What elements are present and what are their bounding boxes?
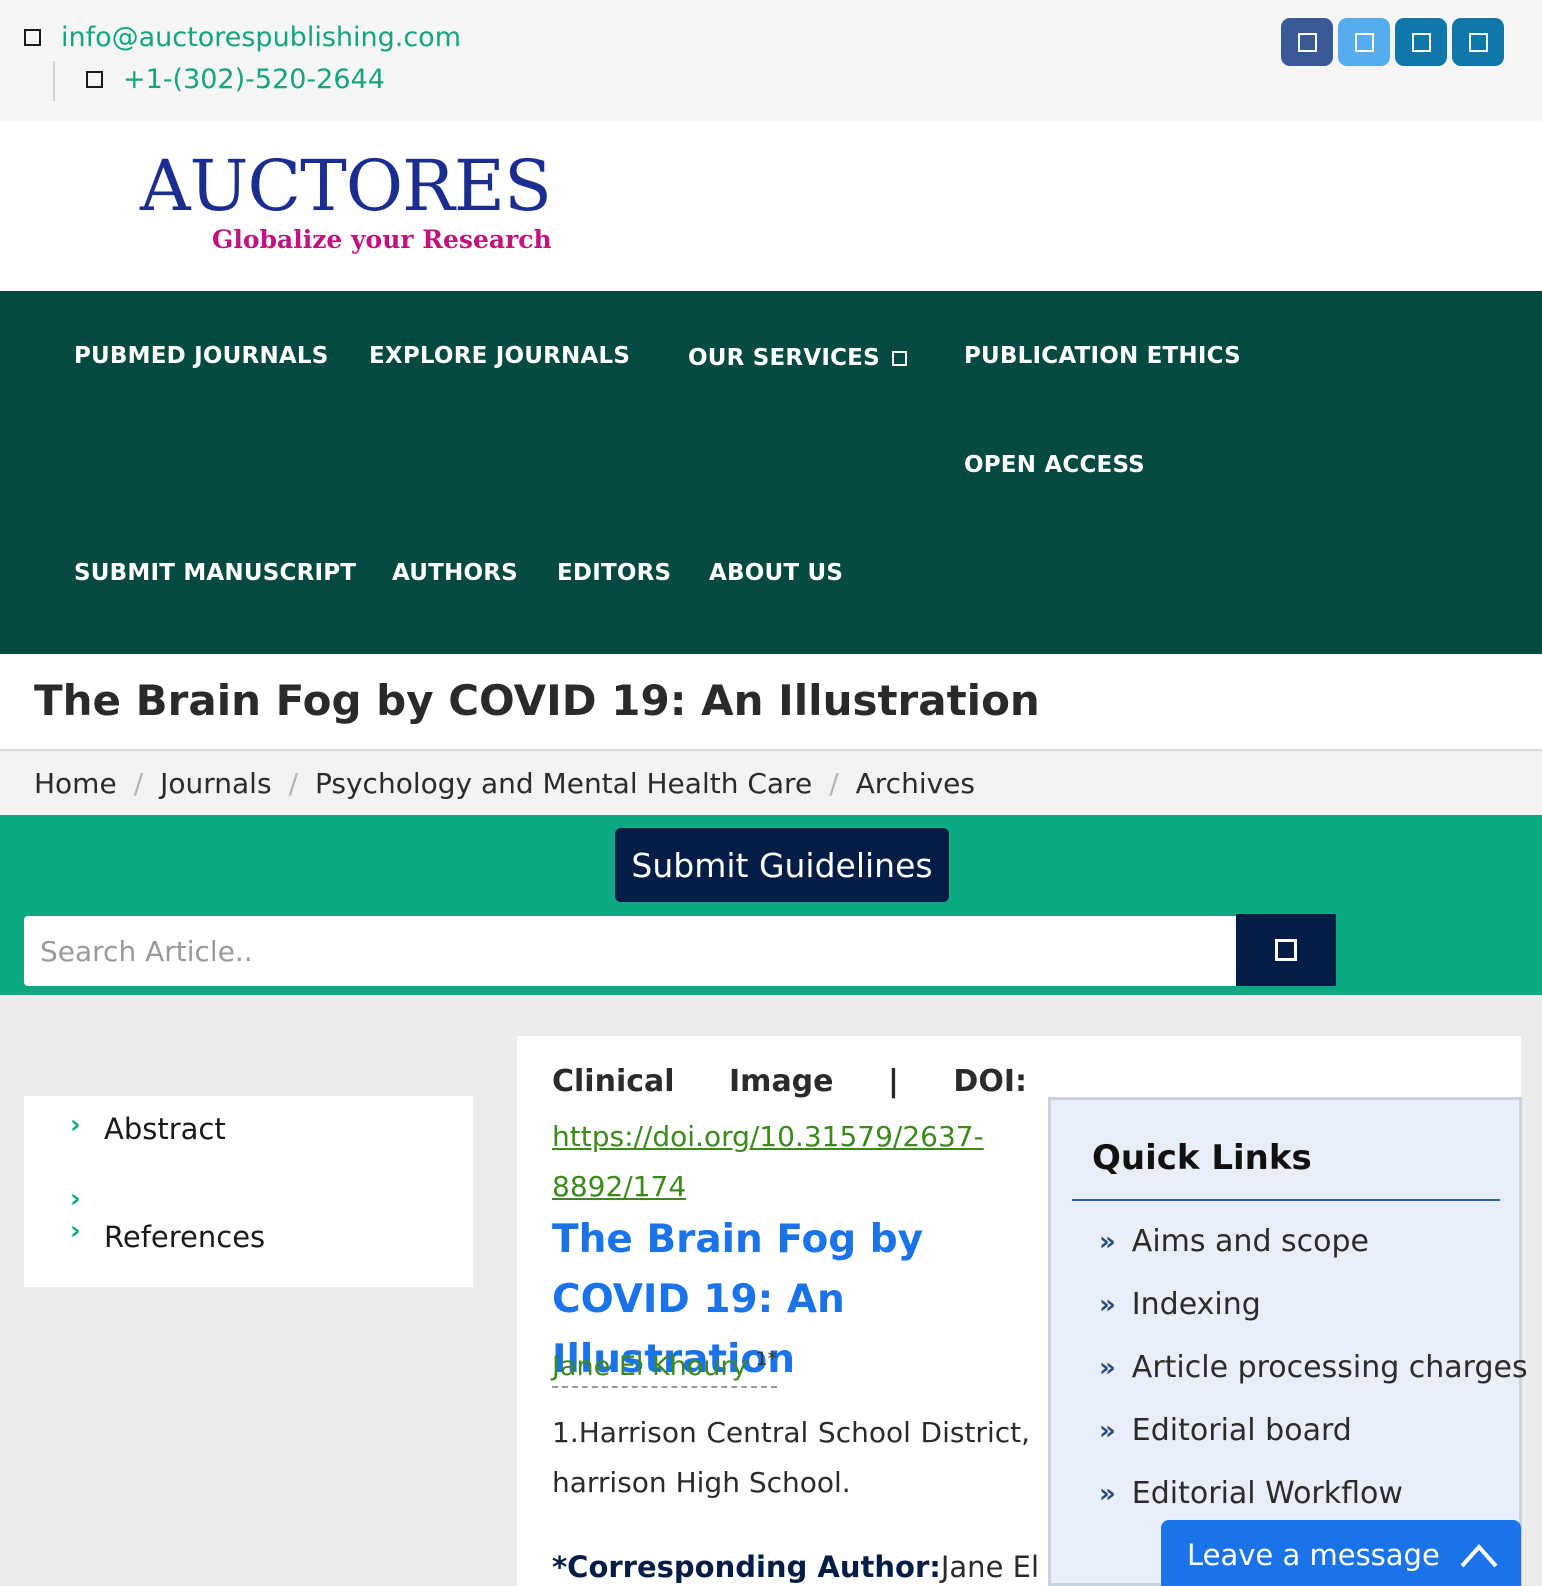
quick-link-label: Indexing [1131, 1287, 1261, 1322]
email-contact[interactable]: info@auctorespublishing.com [24, 22, 461, 53]
meta-separator: | [887, 1064, 899, 1099]
nav-editors[interactable]: EDITORS [557, 560, 671, 586]
phone-icon [86, 71, 103, 88]
divider [53, 61, 55, 101]
corresponding-author: *Corresponding Author: Jane El [552, 1550, 1039, 1584]
author-affiliation-marker: 1* [755, 1348, 778, 1370]
double-chevron-icon: » [1099, 1478, 1116, 1509]
chevron-right-icon: › [70, 1184, 81, 1214]
quick-link-aims[interactable]: » Aims and scope [1099, 1224, 1369, 1259]
article-toc: › Abstract › › References [24, 1096, 473, 1287]
page-title: The Brain Fog by COVID 19: An Illustrati… [34, 676, 1040, 725]
linkedin-button[interactable] [1395, 18, 1447, 66]
nav-our-services-label: OUR SERVICES [688, 345, 880, 371]
nav-pubmed-journals[interactable]: PUBMED JOURNALS [74, 343, 329, 369]
author-name[interactable]: Jane El Khoury 1* [552, 1348, 778, 1388]
double-chevron-icon: » [1099, 1352, 1116, 1383]
chevron-right-icon: › [70, 1110, 81, 1140]
breadcrumb-journals[interactable]: Journals [160, 767, 271, 800]
dropdown-icon [891, 350, 907, 366]
quick-link-apc[interactable]: » Article processing charges [1099, 1350, 1528, 1385]
twitter-icon [1354, 32, 1374, 52]
main-navigation: PUBMED JOURNALS EXPLORE JOURNALS OUR SER… [0, 291, 1542, 654]
logo-wordmark[interactable]: AUCTORES [140, 151, 552, 221]
double-chevron-icon: » [1099, 1289, 1116, 1320]
search-strip: Submit Guidelines [0, 815, 1542, 995]
corresponding-author-label: *Corresponding Author: [552, 1550, 941, 1584]
breadcrumb-home[interactable]: Home [34, 767, 117, 800]
facebook-button[interactable] [1281, 18, 1333, 66]
quick-link-label: Article processing charges [1131, 1350, 1528, 1385]
top-contact-bar: info@auctorespublishing.com +1-(302)-520… [0, 0, 1542, 121]
article-type: Clinical [552, 1064, 675, 1099]
nav-publication-ethics[interactable]: PUBLICATION ETHICS [964, 343, 1241, 369]
nav-submit-manuscript[interactable]: SUBMIT MANUSCRIPT [74, 560, 356, 586]
article-meta: Clinical Image | DOI: [552, 1064, 1027, 1099]
quick-link-editorial-workflow[interactable]: » Editorial Workflow [1099, 1476, 1403, 1511]
author-affiliation: 1.Harrison Central School District, harr… [552, 1416, 1030, 1499]
nav-explore-journals[interactable]: EXPLORE JOURNALS [369, 343, 630, 369]
twitter-button[interactable] [1338, 18, 1390, 66]
linkedin-icon [1411, 32, 1431, 52]
nav-authors[interactable]: AUTHORS [392, 560, 518, 586]
phone-link[interactable]: +1-(302)-520-2644 [123, 64, 385, 95]
logo-tagline: Globalize your Research [212, 225, 552, 254]
search-icon [1275, 939, 1297, 961]
doi-link[interactable]: https://doi.org/10.31579/2637-8892/174 [552, 1112, 984, 1212]
phone-contact[interactable]: +1-(302)-520-2644 [86, 64, 385, 95]
breadcrumb-separator: / [288, 766, 298, 800]
breadcrumb: Home / Journals / Psychology and Mental … [0, 751, 1542, 815]
search-input[interactable] [24, 916, 1236, 986]
submit-guidelines-button[interactable]: Submit Guidelines [615, 828, 949, 902]
email-link[interactable]: info@auctorespublishing.com [61, 22, 461, 53]
article-type-image: Image [729, 1064, 834, 1099]
quick-links-panel: Quick Links » Aims and scope » Indexing … [1048, 1097, 1528, 1586]
divider [1072, 1199, 1500, 1201]
nav-our-services[interactable]: OUR SERVICES [688, 345, 907, 371]
breadcrumb-archives[interactable]: Archives [856, 767, 975, 800]
breadcrumb-separator: / [829, 766, 839, 800]
toc-abstract[interactable]: Abstract [104, 1112, 226, 1146]
breadcrumb-separator: / [133, 766, 144, 800]
double-chevron-icon: » [1099, 1226, 1116, 1257]
chevron-right-icon: › [70, 1216, 81, 1246]
search-button[interactable] [1236, 914, 1336, 986]
share-button[interactable] [1452, 18, 1504, 66]
site-header: AUCTORES Globalize your Research [0, 121, 1542, 291]
quick-link-editorial-board[interactable]: » Editorial board [1099, 1413, 1352, 1448]
leave-message-label: Leave a message [1187, 1538, 1440, 1572]
double-chevron-icon: » [1099, 1415, 1116, 1446]
corresponding-author-name: Jane El [940, 1550, 1040, 1584]
toc-references[interactable]: References [104, 1220, 265, 1254]
quick-link-label: Editorial Workflow [1131, 1476, 1403, 1511]
nav-open-access[interactable]: OPEN ACCESS [964, 452, 1145, 478]
quick-link-label: Editorial board [1131, 1413, 1352, 1448]
page-title-bar: The Brain Fog by COVID 19: An Illustrati… [0, 654, 1542, 751]
leave-message-widget[interactable]: Leave a message [1161, 1520, 1521, 1586]
breadcrumb-journal-name[interactable]: Psychology and Mental Health Care [315, 767, 812, 800]
chevron-up-icon [1460, 1544, 1498, 1568]
author-link[interactable]: Jane El Khoury [552, 1351, 748, 1382]
quick-links-title: Quick Links [1092, 1138, 1312, 1178]
quick-link-label: Aims and scope [1131, 1224, 1369, 1259]
envelope-icon [24, 29, 41, 46]
nav-about-us[interactable]: ABOUT US [709, 560, 843, 586]
facebook-icon [1297, 32, 1317, 52]
quick-link-indexing[interactable]: » Indexing [1099, 1287, 1261, 1322]
share-icon [1468, 32, 1488, 52]
doi-label: DOI: [953, 1064, 1027, 1099]
